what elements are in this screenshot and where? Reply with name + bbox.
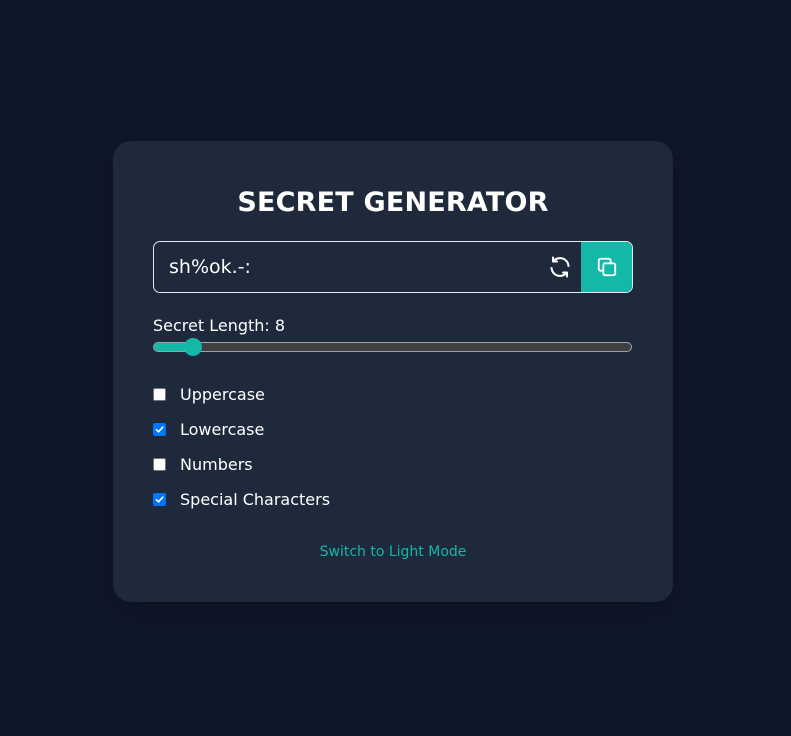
generator-card: SECRET GENERATOR Secret Length: 8 Upperc…: [113, 141, 673, 602]
copy-icon: [597, 257, 617, 277]
special-characters-checkbox[interactable]: [153, 492, 166, 506]
length-slider-thumb[interactable]: [183, 338, 202, 356]
secret-output-field[interactable]: [154, 242, 534, 292]
option-uppercase: Uppercase: [153, 384, 265, 404]
refresh-button[interactable]: [539, 242, 581, 292]
lowercase-checkbox[interactable]: [153, 422, 166, 436]
option-special-characters: Special Characters: [153, 489, 330, 509]
switch-mode-link[interactable]: Switch to Light Mode: [113, 544, 673, 560]
numbers-checkbox[interactable]: [153, 457, 166, 471]
option-lowercase: Lowercase: [153, 419, 264, 439]
numbers-label[interactable]: Numbers: [180, 455, 253, 474]
length-slider-track[interactable]: [153, 342, 632, 352]
secret-length-label: Secret Length: 8: [153, 316, 286, 335]
refresh-icon: [550, 256, 570, 278]
copy-button[interactable]: [581, 242, 632, 292]
secret-output-group: [153, 241, 633, 293]
uppercase-checkbox[interactable]: [153, 387, 166, 401]
option-numbers: Numbers: [153, 454, 253, 474]
special-characters-label[interactable]: Special Characters: [180, 490, 330, 509]
page-title: SECRET GENERATOR: [237, 187, 549, 218]
lowercase-label[interactable]: Lowercase: [180, 420, 264, 439]
uppercase-label[interactable]: Uppercase: [180, 385, 265, 404]
